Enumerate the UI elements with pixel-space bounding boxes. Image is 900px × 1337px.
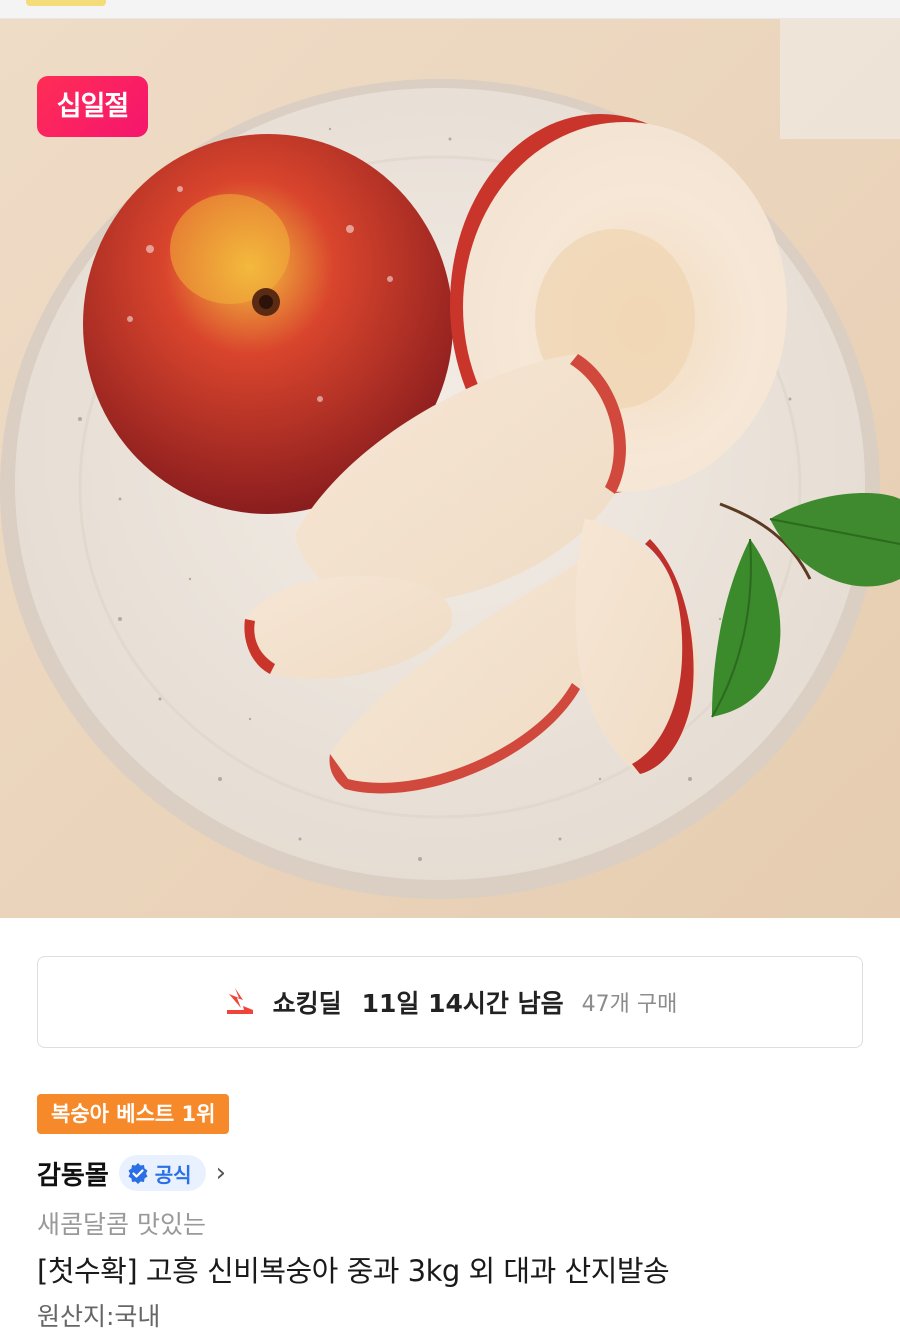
deal-purchase-count: 47개 구매 [581,992,678,1017]
seller-link[interactable]: 감동몰 공식 › [37,1152,226,1194]
thumbnail-edge [26,0,106,6]
official-label: 공식 [154,1162,192,1187]
shocking-deal-icon [226,988,253,1014]
official-badge: 공식 [118,1155,206,1191]
rank-badge[interactable]: 복숭아 베스트 1위 [37,1094,230,1134]
peach-plate-illustration [0,19,900,918]
product-origin: 원산지:국내 [37,1302,161,1331]
seller-name: 감동몰 [37,1160,109,1191]
shocking-deal-banner[interactable]: 쇼킹딜 11일 14시간 남음 47개 구매 [37,956,863,1048]
top-strip [0,0,900,19]
deal-title: 쇼킹딜 [272,989,342,1018]
product-image[interactable]: 십일절 [0,19,900,918]
chevron-right-icon: › [215,1158,226,1188]
product-subtitle: 새콤달콤 맛있는 [37,1210,206,1239]
promo-badge: 십일절 [37,76,148,137]
verified-check-icon [128,1163,148,1184]
deal-time-left: 11일 14시간 남음 [361,989,564,1018]
product-title: [첫수확] 고흥 신비복숭아 중과 3kg 외 대과 산지발송 [37,1254,670,1288]
